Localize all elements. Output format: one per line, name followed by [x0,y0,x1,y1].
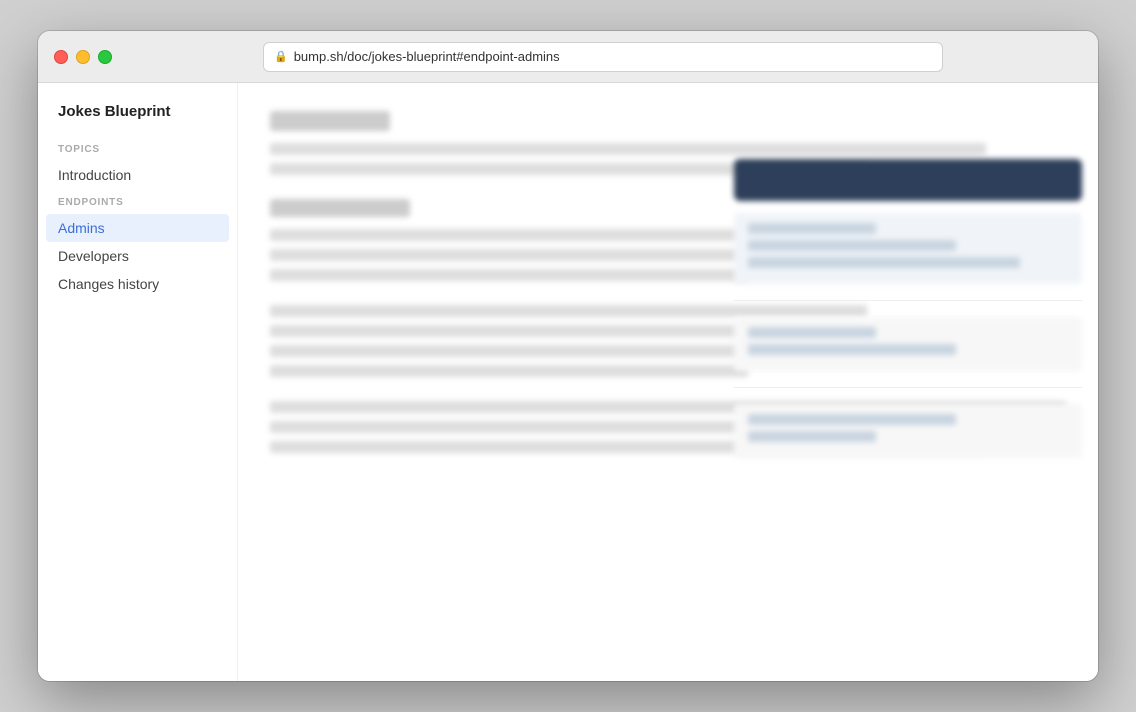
minimize-button[interactable] [76,50,90,64]
blurred-title-1 [270,111,390,131]
blurred-title-2 [270,199,410,217]
right-panel [718,143,1098,484]
sidebar: Jokes Blueprint Topics Introduction Endp… [38,83,238,681]
close-button[interactable] [54,50,68,64]
sidebar-item-developers[interactable]: Developers [38,242,237,270]
main-content [238,83,1098,681]
maximize-button[interactable] [98,50,112,64]
browser-window: 🔒 bump.sh/doc/jokes-blueprint#endpoint-a… [38,31,1098,681]
url-text: bump.sh/doc/jokes-blueprint#endpoint-adm… [294,49,932,64]
topics-section-label: Topics [38,144,237,161]
lock-icon: 🔒 [274,50,288,63]
response-block-1 [734,213,1082,284]
sidebar-item-changes-history[interactable]: Changes history [38,270,237,298]
endpoints-section-label: Endpoints [38,197,237,214]
traffic-lights [54,50,112,64]
address-bar[interactable]: 🔒 bump.sh/doc/jokes-blueprint#endpoint-a… [263,42,943,72]
sidebar-item-admins[interactable]: Admins [46,214,229,242]
code-block [734,159,1082,201]
sidebar-item-introduction[interactable]: Introduction [38,161,237,189]
response-block-3 [734,404,1082,458]
response-block-2 [734,317,1082,371]
separator-1 [734,300,1082,301]
sidebar-title: Jokes Blueprint [38,103,237,136]
separator-2 [734,387,1082,388]
titlebar: 🔒 bump.sh/doc/jokes-blueprint#endpoint-a… [38,31,1098,83]
browser-content: Jokes Blueprint Topics Introduction Endp… [38,83,1098,681]
